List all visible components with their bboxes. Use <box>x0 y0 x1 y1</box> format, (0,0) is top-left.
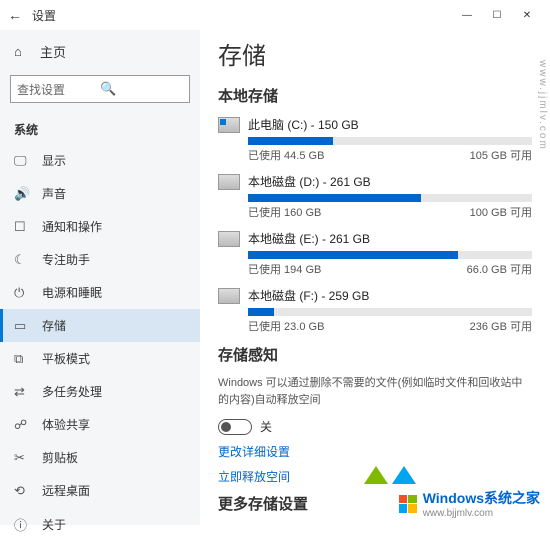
nav-label: 声音 <box>42 185 66 202</box>
drive-3[interactable]: 本地磁盘 (F:) - 259 GB 已使用 23.0 GB236 GB 可用 <box>218 287 532 334</box>
sidebar-item-2[interactable]: ☐ 通知和操作 <box>0 210 200 243</box>
drive-used: 已使用 194 GB <box>248 261 467 277</box>
sidebar-item-9[interactable]: ✂ 剪贴板 <box>0 441 200 474</box>
sidebar-item-5[interactable]: ▭ 存储 <box>0 309 200 342</box>
nav-label: 通知和操作 <box>42 218 102 235</box>
drive-bar <box>248 251 532 259</box>
window-title: 设置 <box>32 7 56 24</box>
drive-bar <box>248 308 532 316</box>
nav-icon: ☾ <box>14 252 32 268</box>
nav-label: 专注助手 <box>42 251 90 268</box>
maximize-button[interactable]: ☐ <box>482 0 512 30</box>
drive-used: 已使用 44.5 GB <box>248 147 470 163</box>
nav-label: 剪贴板 <box>42 449 78 466</box>
nav-label: 远程桌面 <box>42 482 90 499</box>
nav-icon: ⟲ <box>14 483 32 499</box>
link-free-space[interactable]: 立即释放空间 <box>218 468 532 485</box>
drive-icon <box>218 231 240 247</box>
back-button[interactable]: ← <box>8 7 32 23</box>
main-content: 存储 本地存储 此电脑 (C:) - 150 GB 已使用 44.5 GB105 … <box>200 30 550 525</box>
toggle-state-label: 关 <box>260 418 272 435</box>
search-icon: 🔍 <box>100 81 183 97</box>
nav-icon: ⧉ <box>14 351 32 367</box>
sidebar-item-0[interactable]: 🖵 显示 <box>0 144 200 177</box>
drive-title: 本地磁盘 (F:) - 259 GB <box>248 287 369 304</box>
sidebar: ⌂ 主页 查找设置 🔍 系统 🖵 显示 🔊 声音 ☐ 通知和操作 ☾ 专注助手 ⏻ 电源和睡眠 ▭ 存… <box>0 30 200 525</box>
drive-used: 已使用 23.0 GB <box>248 318 470 334</box>
drive-icon <box>218 174 240 190</box>
search-input[interactable]: 查找设置 🔍 <box>10 75 190 103</box>
page-heading: 存储 <box>218 36 532 71</box>
sidebar-home-label: 主页 <box>40 42 66 61</box>
drive-free: 100 GB 可用 <box>470 204 532 220</box>
minimize-button[interactable]: — <box>452 0 482 30</box>
home-icon: ⌂ <box>14 44 32 59</box>
nav-label: 体验共享 <box>42 416 90 433</box>
drive-icon <box>218 117 240 133</box>
drive-title: 本地磁盘 (D:) - 261 GB <box>248 173 371 190</box>
drive-bar <box>248 194 532 202</box>
storage-sense-toggle[interactable] <box>218 419 252 435</box>
drive-0[interactable]: 此电脑 (C:) - 150 GB 已使用 44.5 GB105 GB 可用 <box>218 116 532 163</box>
sidebar-item-10[interactable]: ⟲ 远程桌面 <box>0 474 200 507</box>
sidebar-item-3[interactable]: ☾ 专注助手 <box>0 243 200 276</box>
nav-label: 多任务处理 <box>42 383 102 400</box>
link-change-detail[interactable]: 更改详细设置 <box>218 443 532 460</box>
nav-label: 平板模式 <box>42 350 90 367</box>
drive-free: 105 GB 可用 <box>470 147 532 163</box>
drive-title: 此电脑 (C:) - 150 GB <box>248 116 359 133</box>
drive-free: 66.0 GB 可用 <box>467 261 532 277</box>
sidebar-item-8[interactable]: ☍ 体验共享 <box>0 408 200 441</box>
nav-label: 电源和睡眠 <box>42 284 102 301</box>
nav-icon: ☐ <box>14 219 32 235</box>
storage-sense-heading: 存储感知 <box>218 344 532 365</box>
sidebar-item-7[interactable]: ⇄ 多任务处理 <box>0 375 200 408</box>
search-placeholder: 查找设置 <box>17 81 100 98</box>
drive-2[interactable]: 本地磁盘 (E:) - 261 GB 已使用 194 GB66.0 GB 可用 <box>218 230 532 277</box>
nav-icon: ⏻ <box>14 285 32 301</box>
nav-icon: 🖵 <box>14 153 32 169</box>
more-settings-heading: 更多存储设置 <box>218 493 532 514</box>
nav-icon: ⇄ <box>14 384 32 400</box>
drive-title: 本地磁盘 (E:) - 261 GB <box>248 230 370 247</box>
drive-icon <box>218 288 240 304</box>
nav-icon: 🔊 <box>14 186 32 202</box>
nav-icon: ☍ <box>14 417 32 433</box>
drive-bar <box>248 137 532 145</box>
storage-sense-desc: Windows 可以通过删除不需要的文件(例如临时文件和回收站中的内容)自动释放… <box>218 375 532 408</box>
close-button[interactable]: ✕ <box>512 0 542 30</box>
nav-label: 显示 <box>42 152 66 169</box>
drive-free: 236 GB 可用 <box>470 318 532 334</box>
drive-used: 已使用 160 GB <box>248 204 470 220</box>
sidebar-item-6[interactable]: ⧉ 平板模式 <box>0 342 200 375</box>
nav-icon: ✂ <box>14 450 32 466</box>
sidebar-item-4[interactable]: ⏻ 电源和睡眠 <box>0 276 200 309</box>
sidebar-section-label: 系统 <box>0 111 200 144</box>
sidebar-item-1[interactable]: 🔊 声音 <box>0 177 200 210</box>
nav-icon: ▭ <box>14 318 32 334</box>
local-storage-heading: 本地存储 <box>218 85 532 106</box>
drive-1[interactable]: 本地磁盘 (D:) - 261 GB 已使用 160 GB100 GB 可用 <box>218 173 532 220</box>
nav-label: 存储 <box>42 317 66 334</box>
sidebar-home[interactable]: ⌂ 主页 <box>0 36 200 67</box>
